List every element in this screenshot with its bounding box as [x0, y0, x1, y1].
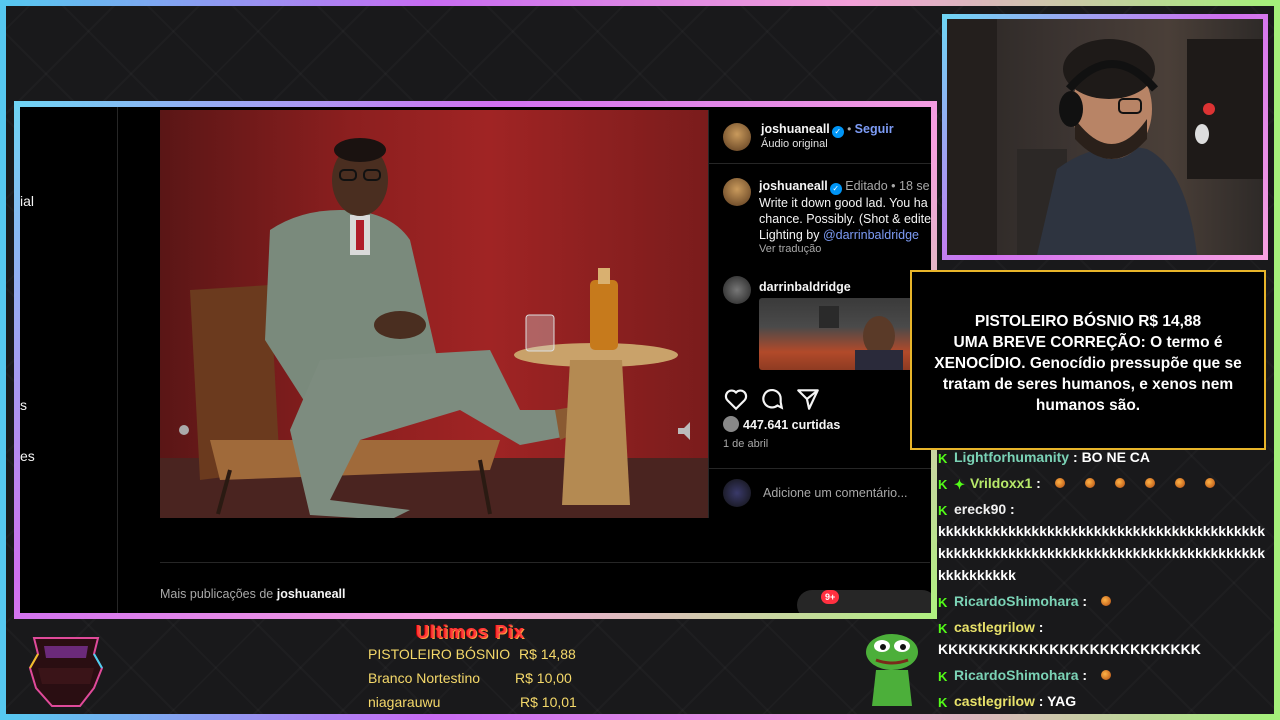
chat-message: Kereck90 : kkkkkkkkkkkkkkkkkkkkkkkkkkkkk… — [938, 501, 1266, 583]
share-icon[interactable] — [795, 386, 821, 412]
alert-title: PISTOLEIRO BÓSNIO R$ 14,88 — [974, 313, 1202, 330]
caption-avatar[interactable] — [723, 178, 751, 206]
post-actions — [723, 386, 923, 412]
notification-badge: 9+ — [821, 590, 840, 604]
left-sidebar: ial s es — [20, 107, 118, 613]
pix-amount: R$ 14,88 — [519, 646, 576, 662]
reply-avatar[interactable] — [723, 276, 751, 304]
streamer-figure — [947, 19, 1263, 255]
chat-message: K RicardoShimohara : — [938, 590, 1268, 612]
emote-icon — [1054, 478, 1065, 488]
emote-icon — [1084, 478, 1095, 488]
comment-input[interactable]: Adicione um comentário... — [763, 486, 908, 500]
chat-text: KKKKKKKKKKKKKKKKKKKKKKKKKK — [938, 641, 1201, 657]
kick-badge-icon: K — [938, 621, 948, 636]
pepe-frog-icon — [866, 634, 918, 706]
comment-icon[interactable] — [759, 386, 785, 412]
chat-username[interactable]: RicardoShimohara — [954, 593, 1078, 609]
post-date: 1 de abril — [723, 438, 769, 450]
kick-badge-icon: K — [938, 503, 948, 518]
donation-alert: PISTOLEIRO BÓSNIO R$ 14,88 UMA BREVE COR… — [910, 270, 1266, 450]
kick-badge-icon: K — [938, 669, 948, 684]
caption-line: Lighting by — [759, 228, 823, 242]
separator-dot: • — [887, 179, 899, 193]
chat-text: YAG — [1047, 693, 1077, 709]
chat-message: K Lightforhumanity : BO NE CA — [938, 449, 1151, 466]
caption-username[interactable]: joshuaneall — [759, 179, 828, 193]
more-posts-prefix: Mais publicações de — [160, 587, 277, 601]
kick-badge-icon: K — [938, 477, 948, 492]
liker-avatar — [723, 416, 739, 432]
audio-link[interactable]: Áudio original — [761, 138, 828, 150]
webcam-scene — [947, 19, 1263, 255]
edited-label: Editado — [845, 179, 888, 193]
chat-message: K ✦ Vrildoxx1 : — [938, 472, 1268, 494]
pix-donor: PISTOLEIRO BÓSNIO — [368, 646, 511, 662]
pix-amount: R$ 10,01 — [520, 694, 577, 710]
post-video-scene — [160, 138, 708, 518]
post-age: 18 se — [899, 179, 930, 193]
chat-username[interactable]: RicardoShimohara — [954, 667, 1078, 683]
translate-link[interactable]: Ver tradução — [759, 243, 931, 255]
mention-link[interactable]: @darrinbaldridge — [823, 228, 919, 242]
chat-text: kkkkkkkkkkkkkkkkkkkkkkkkkkkkkkkkkkkkkkkk… — [938, 523, 1266, 583]
chat-username[interactable]: Lightforhumanity — [954, 449, 1069, 465]
emote-icon — [1144, 478, 1155, 488]
verified-badge-icon: ✓ — [831, 126, 844, 138]
chat-message: Kcastlegrilow : KKKKKKKKKKKKKKKKKKKKKKKK… — [938, 619, 1201, 657]
kick-badge-icon: K — [938, 595, 948, 610]
post-details-panel: joshuaneall ✓ • Seguir Áudio original jos… — [708, 110, 932, 518]
chat-text: BO NE CA — [1081, 449, 1151, 465]
chat-username[interactable]: castlegrilow — [954, 693, 1035, 709]
reply-image — [759, 298, 929, 370]
pix-title: Ultimos Pix — [416, 622, 526, 642]
caption-block: joshuaneall ✓ Editado • 18 se Write it do… — [759, 178, 932, 255]
more-posts-username[interactable]: joshuaneall — [277, 587, 346, 601]
emote-icon — [1114, 478, 1125, 488]
reply-image-scene — [819, 306, 903, 370]
verified-badge-icon: ✓ — [829, 183, 842, 195]
post-author-username[interactable]: joshuaneall — [761, 122, 830, 136]
caption-line: Write it down good lad. You ha — [759, 196, 928, 210]
chat-panel: K Lightforhumanity : BO NE CA K ✦ Vrildoxx1… — [938, 446, 1268, 714]
chat-username[interactable]: ereck90 — [954, 501, 1006, 517]
sidebar-item-label[interactable]: ial — [20, 193, 34, 209]
alert-message: UMA BREVE CORREÇÃO: O termo é XENOCÍDIO.… — [934, 334, 1242, 414]
sidebar-item-label[interactable]: s — [20, 397, 27, 413]
chat-username[interactable]: Vrildoxx1 — [970, 475, 1032, 491]
avatar[interactable] — [723, 123, 751, 151]
instagram-page: ial s es joshuaneall ✓ • Seguir Áudio or… — [20, 107, 931, 613]
emote-icon — [1204, 478, 1215, 488]
chat-message: Kcastlegrilow : YAG — [938, 693, 1077, 710]
separator-dot: • — [847, 122, 855, 136]
pix-donor: Branco Nortestino — [368, 670, 481, 686]
kick-badge-icon: K — [938, 695, 948, 710]
emote-icon — [1100, 670, 1111, 680]
webcam-feed — [942, 14, 1268, 260]
follow-button[interactable]: Seguir — [855, 122, 894, 136]
chat-message: K RicardoShimohara : — [938, 664, 1268, 686]
sparkle-badge-icon: ✦ — [954, 477, 965, 492]
mascot-logo-icon — [28, 637, 104, 707]
like-heart-icon[interactable] — [723, 386, 749, 412]
messages-pill[interactable]: 9+ — [797, 590, 931, 613]
post-header: joshuaneall ✓ • Seguir Áudio original — [709, 110, 931, 164]
section-divider — [160, 562, 930, 563]
likes-label: 447.641 curtidas — [743, 418, 841, 432]
caption-line: chance. Possibly. (Shot & edite — [759, 212, 932, 226]
browser-capture: ial s es joshuaneall ✓ • Seguir Áudio or… — [14, 101, 937, 619]
emote-icon — [1100, 596, 1111, 606]
chat-username[interactable]: castlegrilow — [954, 619, 1035, 635]
more-posts-heading: Mais publicações de joshuaneall — [160, 587, 346, 601]
own-avatar — [723, 479, 751, 507]
likes-count[interactable]: 447.641 curtidas — [723, 416, 840, 432]
kick-badge-icon: K — [938, 451, 948, 466]
pix-donor: niagarauwu — [368, 694, 441, 710]
sidebar-item-label[interactable]: es — [20, 448, 35, 464]
pix-amount: R$ 10,00 — [515, 670, 572, 686]
emote-icon — [1174, 478, 1185, 488]
post-video[interactable] — [160, 110, 708, 518]
comment-composer: Adicione um comentário... — [709, 468, 931, 518]
reply-username[interactable]: darrinbaldridge — [759, 280, 851, 294]
